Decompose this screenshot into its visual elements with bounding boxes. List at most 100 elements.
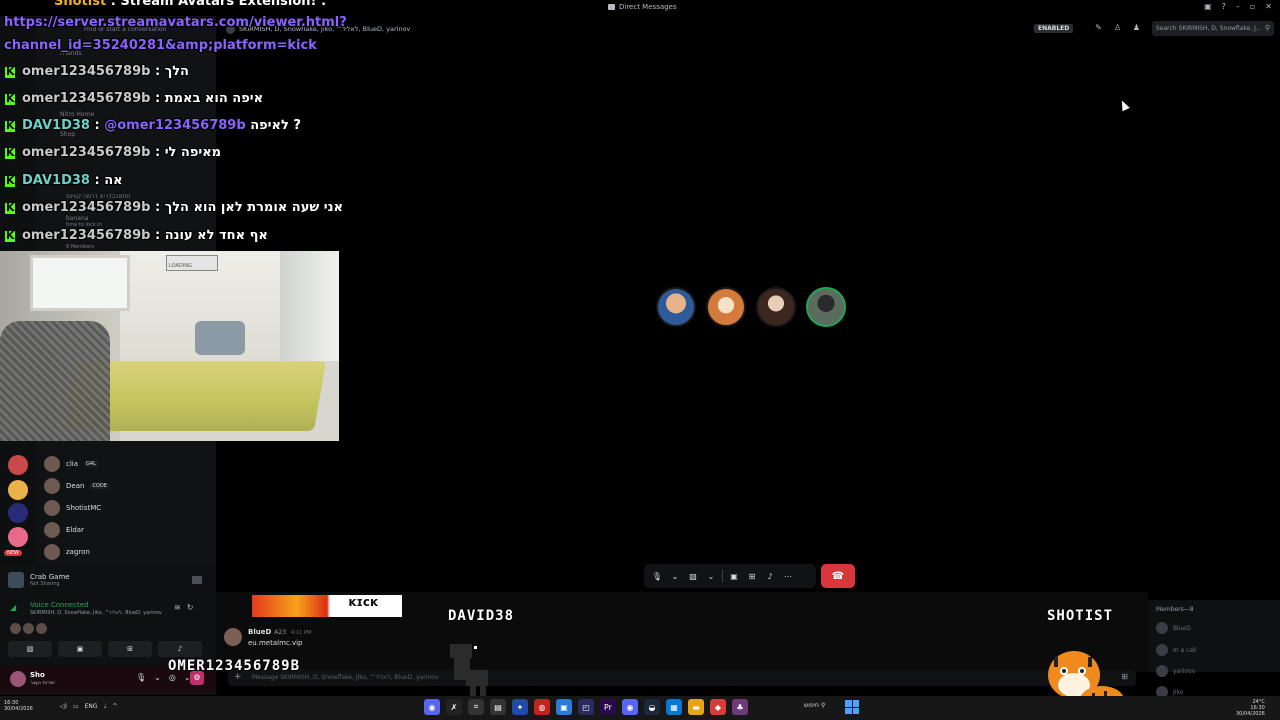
- member-row[interactable]: BlueD: [1156, 622, 1191, 634]
- member-row[interactable]: In a call: [1156, 644, 1196, 656]
- app-icon[interactable]: ♣: [732, 699, 748, 715]
- speaker-icon[interactable]: ◁): [60, 703, 67, 710]
- screen-share-icon[interactable]: ▣: [727, 567, 741, 585]
- avatar: [1156, 644, 1168, 656]
- stream-avatar-name: DAVID38: [448, 608, 515, 624]
- participant-avatar[interactable]: [656, 287, 696, 327]
- maximize-button[interactable]: ▫: [1250, 2, 1255, 11]
- participant-avatar[interactable]: [756, 287, 796, 327]
- avatar: [1156, 622, 1168, 634]
- app-icon[interactable]: ◰: [578, 699, 594, 715]
- brave-icon[interactable]: ◆: [710, 699, 726, 715]
- steam-icon[interactable]: ◒: [644, 699, 660, 715]
- chat-message: BlueD A23 4:11 PM eu.metalmc.vip: [224, 628, 311, 647]
- members-icon[interactable]: ♟: [1132, 23, 1141, 32]
- member-row[interactable]: yarinov: [1156, 665, 1195, 677]
- camera-button[interactable]: ▧: [8, 641, 52, 657]
- hangup-button[interactable]: ☎: [821, 564, 855, 588]
- camera-icon[interactable]: ▧: [686, 567, 700, 585]
- overlay-username: Shotist: [54, 0, 107, 9]
- overlay-mention: @omer123456789b: [104, 118, 246, 133]
- avatar: [44, 522, 60, 538]
- activity-button[interactable]: ⊞: [108, 641, 152, 657]
- avatar[interactable]: [10, 671, 26, 687]
- soundboard-button[interactable]: ♪: [158, 641, 202, 657]
- server-icon[interactable]: [8, 455, 28, 475]
- folder-icon[interactable]: ▬: [688, 699, 704, 715]
- member-row[interactable]: ShotistMC: [44, 500, 101, 516]
- premiere-icon[interactable]: Pr: [600, 699, 616, 715]
- kick-badge-icon: [5, 146, 15, 159]
- mic-icon[interactable]: 🎙: [650, 567, 664, 585]
- noise-icon[interactable]: ≋: [174, 603, 187, 612]
- server-icon[interactable]: [8, 503, 28, 523]
- voice-connected-label[interactable]: Voice Connected: [30, 601, 162, 609]
- kick-badge-icon: [5, 92, 15, 105]
- mic-icon[interactable]: ♩: [104, 703, 107, 710]
- language-indicator[interactable]: ENG: [85, 703, 98, 710]
- participant-avatar[interactable]: [706, 287, 746, 327]
- chrome-icon[interactable]: ◍: [534, 699, 550, 715]
- discord-icon[interactable]: ◉: [424, 699, 440, 715]
- voice-avatars: [10, 623, 47, 634]
- dm-item[interactable]: תתאכבדו יא דרמה קווינס: [66, 193, 130, 200]
- minimize-button[interactable]: –: [1236, 2, 1240, 11]
- hangup-icon: ☎: [831, 570, 845, 582]
- server-icon[interactable]: [8, 527, 28, 547]
- call-controls: 🎙 ⌄ ▧ ⌄ ▣ ⊞ ♪ ⋯: [644, 564, 816, 588]
- network-icon[interactable]: ▭: [73, 703, 79, 710]
- app-icon[interactable]: ▦: [666, 699, 682, 715]
- member-row[interactable]: clia G4L: [44, 456, 98, 472]
- add-friend-icon[interactable]: ♙: [1113, 23, 1122, 32]
- close-button[interactable]: ✕: [1265, 2, 1272, 11]
- app-icon[interactable]: ✗: [446, 699, 462, 715]
- kick-badge-icon: [5, 65, 15, 78]
- activity-icon[interactable]: ⊞: [745, 567, 759, 585]
- screen-share-button[interactable]: ▣: [58, 641, 102, 657]
- app-icon[interactable]: ✦: [512, 699, 528, 715]
- chevron-down-icon[interactable]: ⌄: [704, 567, 718, 585]
- kick-badge-icon: [5, 201, 15, 214]
- app-icon[interactable]: ▣: [556, 699, 572, 715]
- enabled-badge[interactable]: ENABLED: [1034, 24, 1074, 33]
- more-icon[interactable]: ⋯: [781, 567, 795, 585]
- dm-item[interactable]: banana: [66, 215, 88, 222]
- member-name: Eldar: [66, 526, 84, 534]
- kick-badge-icon: [5, 174, 15, 187]
- message-author[interactable]: BlueD: [248, 628, 271, 636]
- discord-icon[interactable]: ◉: [622, 699, 638, 715]
- overlay-chat-line: omer123456789b : הלך: [22, 64, 189, 79]
- headphones-icon[interactable]: ◎: [169, 673, 176, 682]
- participant-avatar[interactable]: [806, 287, 846, 327]
- taskbar-search[interactable]: חיפוש ⚲: [804, 702, 825, 709]
- stream-button[interactable]: [192, 576, 202, 584]
- nav-nitro-home[interactable]: Nitro Home: [60, 111, 94, 118]
- activity-card[interactable]: Crab Game Not Sharing: [8, 572, 70, 588]
- search-icon: ⚲: [820, 702, 826, 709]
- member-row[interactable]: zagron: [44, 544, 90, 560]
- help-icon[interactable]: ?: [1222, 2, 1226, 11]
- message-input[interactable]: + Message SKIRMISH, D, Snowflake, Jiko, …: [228, 670, 1136, 686]
- username[interactable]: Sho: [30, 671, 45, 679]
- avatar[interactable]: [224, 628, 242, 646]
- chevron-up-icon[interactable]: ^: [112, 703, 117, 710]
- server-icon[interactable]: [8, 480, 28, 500]
- inbox-icon[interactable]: ▣: [1204, 2, 1212, 11]
- app-icon[interactable]: ⌗: [468, 699, 484, 715]
- chevron-down-icon[interactable]: ⌄: [668, 567, 682, 585]
- member-row[interactable]: Eldar: [44, 522, 84, 538]
- member-name: Dean: [66, 482, 85, 490]
- window-title-text: Direct Messages: [619, 3, 677, 11]
- promo-image[interactable]: ᴋɪᴄᴋ: [252, 595, 402, 617]
- mic-icon[interactable]: 🎙: [136, 673, 146, 682]
- search-input[interactable]: Search SKIRMISH, D, Snowflake, J... ⚲: [1152, 21, 1274, 36]
- app-icon[interactable]: ▤: [490, 699, 506, 715]
- overlay-message: הלך: [164, 64, 189, 79]
- signal-icon[interactable]: ◢: [10, 603, 20, 613]
- start-button[interactable]: [845, 700, 859, 714]
- disconnect-icon[interactable]: ↻: [187, 603, 200, 612]
- chevron-down-icon[interactable]: ⌄: [154, 673, 161, 682]
- soundboard-icon[interactable]: ♪: [763, 567, 777, 585]
- pin-icon[interactable]: ✎: [1094, 23, 1103, 32]
- member-row[interactable]: Dean CODE: [44, 478, 109, 494]
